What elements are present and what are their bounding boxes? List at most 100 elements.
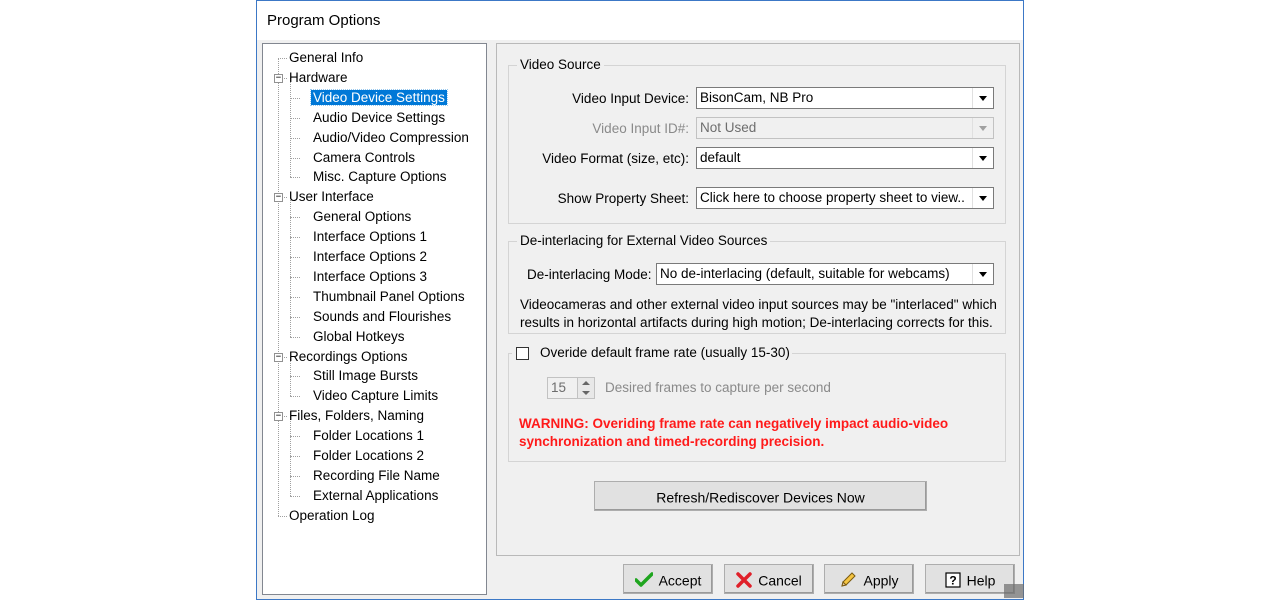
tree-item[interactable]: Hardware xyxy=(287,68,350,87)
tree-item-label: Sounds and Flourishes xyxy=(313,308,452,324)
collapse-icon[interactable]: − xyxy=(274,73,283,83)
svg-text:?: ? xyxy=(949,574,956,588)
tree-item-label: General Options xyxy=(313,209,412,225)
tree-item[interactable]: Recording File Name xyxy=(311,466,442,485)
refresh-devices-button[interactable]: Refresh/Rediscover Devices Now xyxy=(594,481,927,511)
tree-item[interactable]: Video Capture Limits xyxy=(311,386,440,405)
video-input-device-label: Video Input Device: xyxy=(572,91,689,106)
tree-connector-line xyxy=(278,58,287,59)
tree-connector-line xyxy=(290,177,300,179)
tree-item[interactable]: Sounds and Flourishes xyxy=(311,307,453,326)
collapse-icon[interactable]: − xyxy=(274,193,283,203)
tree-item[interactable]: External Applications xyxy=(311,486,440,505)
tree-connector-line xyxy=(278,515,287,517)
cancel-button[interactable]: Cancel xyxy=(724,564,814,594)
tree-item[interactable]: Misc. Capture Options xyxy=(311,167,449,186)
tree-item[interactable]: Audio/Video Compression xyxy=(311,128,471,147)
deinterlacing-description: Videocameras and other external video in… xyxy=(520,296,997,332)
refresh-devices-label: Refresh/Rediscover Devices Now xyxy=(656,489,865,506)
video-format-select[interactable]: default xyxy=(696,147,994,169)
window-title: Program Options xyxy=(267,12,381,29)
tree-connector-line xyxy=(290,376,300,378)
chevron-down-icon[interactable] xyxy=(972,88,993,108)
accept-label: Accept xyxy=(658,572,702,589)
chevron-down-icon[interactable] xyxy=(972,148,993,168)
tree-item[interactable]: Files, Folders, Naming xyxy=(287,406,426,425)
video-format-value: default xyxy=(700,150,741,165)
tree-connector-line xyxy=(290,217,300,219)
tree-connector-line xyxy=(290,396,300,398)
tree-item-label: General Info xyxy=(289,50,364,65)
deinterlacing-mode-value: No de-interlacing (default, suitable for… xyxy=(660,266,950,281)
frame-rate-warning: WARNING: Overiding frame rate can negati… xyxy=(519,415,948,451)
watermark-logo xyxy=(1004,584,1024,598)
tree-item-label: Audio Device Settings xyxy=(313,109,446,125)
video-input-id-value: Not Used xyxy=(700,120,757,135)
video-input-id-label: Video Input ID#: xyxy=(592,121,689,136)
tree-connector-line xyxy=(278,58,279,516)
tree-connector-line xyxy=(290,117,300,119)
tree-item[interactable]: Global Hotkeys xyxy=(311,327,407,346)
tree-item[interactable]: Thumbnail Panel Options xyxy=(311,287,467,306)
property-sheet-value: Click here to choose property sheet to v… xyxy=(700,190,965,205)
tree-item-label: Video Device Settings xyxy=(310,88,448,106)
tree-item[interactable]: User Interface xyxy=(287,187,376,206)
tree-item[interactable]: Video Device Settings xyxy=(310,88,448,107)
override-frame-rate-checkbox[interactable] xyxy=(516,347,529,360)
tree-connector-line xyxy=(290,475,300,477)
tree-item[interactable]: Operation Log xyxy=(287,506,377,525)
tree-item-label: Global Hotkeys xyxy=(313,328,405,344)
collapse-icon[interactable]: − xyxy=(274,412,283,422)
fps-label: Desired frames to capture per second xyxy=(605,380,831,395)
tree-item[interactable]: Folder Locations 1 xyxy=(311,426,426,445)
property-sheet-label: Show Property Sheet: xyxy=(557,191,689,206)
checkmark-icon xyxy=(634,572,653,588)
tree-connector-line xyxy=(290,137,300,139)
tree-item-label: Operation Log xyxy=(289,507,375,523)
tree-item-label: Hardware xyxy=(289,69,348,85)
settings-panel: Video Source Video Input Device: BisonCa… xyxy=(496,43,1020,556)
tree-item[interactable]: Folder Locations 2 xyxy=(311,446,426,465)
video-input-device-select[interactable]: BisonCam, NB Pro xyxy=(696,87,994,109)
help-label: Help xyxy=(966,572,996,589)
tree-connector-line xyxy=(290,197,291,337)
apply-button[interactable]: Apply xyxy=(824,564,914,594)
accept-button[interactable]: Accept xyxy=(623,564,713,594)
chevron-down-icon xyxy=(972,118,993,138)
tree-item-label: Folder Locations 2 xyxy=(313,448,425,463)
tree-connector-line xyxy=(290,316,300,318)
spin-up-icon xyxy=(577,378,594,388)
tree-item-label: Interface Options 3 xyxy=(313,268,428,284)
chevron-down-icon[interactable] xyxy=(972,264,993,284)
tree-item[interactable]: General Info xyxy=(287,48,365,67)
tree-item[interactable]: Recordings Options xyxy=(287,347,410,366)
tree-item-label: Still Image Bursts xyxy=(313,368,419,384)
tree-connector-line xyxy=(290,495,300,497)
tree-item[interactable]: Interface Options 1 xyxy=(311,227,429,246)
collapse-icon[interactable]: − xyxy=(274,352,283,362)
tree-item[interactable]: Audio Device Settings xyxy=(311,108,447,127)
options-tree[interactable]: General Info − Hardware Video Device Settin… xyxy=(262,43,487,595)
override-frame-rate-row[interactable]: Overide default frame rate (usually 15-3… xyxy=(512,345,792,363)
override-frame-rate-label: Overide default frame rate (usually 15-3… xyxy=(540,345,790,360)
help-button[interactable]: ? Help xyxy=(925,564,1015,594)
fps-value: 15 xyxy=(551,380,567,395)
deinterlacing-mode-select[interactable]: No de-interlacing (default, suitable for… xyxy=(656,263,994,285)
tree-item[interactable]: Camera Controls xyxy=(311,148,417,167)
video-format-label: Video Format (size, etc): xyxy=(542,151,689,166)
tree-item-label: Recording File Name xyxy=(313,467,440,483)
tree-connector-line xyxy=(290,296,300,298)
tree-item[interactable]: Interface Options 3 xyxy=(311,267,429,286)
tree-item[interactable]: Interface Options 2 xyxy=(311,247,429,266)
tree-item[interactable]: General Options xyxy=(311,207,413,226)
property-sheet-select[interactable]: Click here to choose property sheet to v… xyxy=(696,187,994,209)
pencil-icon xyxy=(841,572,857,587)
tree-connector-line xyxy=(290,276,300,278)
video-input-device-value: BisonCam, NB Pro xyxy=(700,90,814,105)
tree-item[interactable]: Still Image Bursts xyxy=(311,366,420,385)
title-bar[interactable]: Program Options xyxy=(257,1,1023,40)
deinterlacing-group: De-interlacing for External Video Source… xyxy=(508,233,1006,334)
tree-connector-line xyxy=(290,336,300,338)
chevron-down-icon[interactable] xyxy=(972,188,993,208)
tree-item-label: Folder Locations 1 xyxy=(313,428,425,444)
